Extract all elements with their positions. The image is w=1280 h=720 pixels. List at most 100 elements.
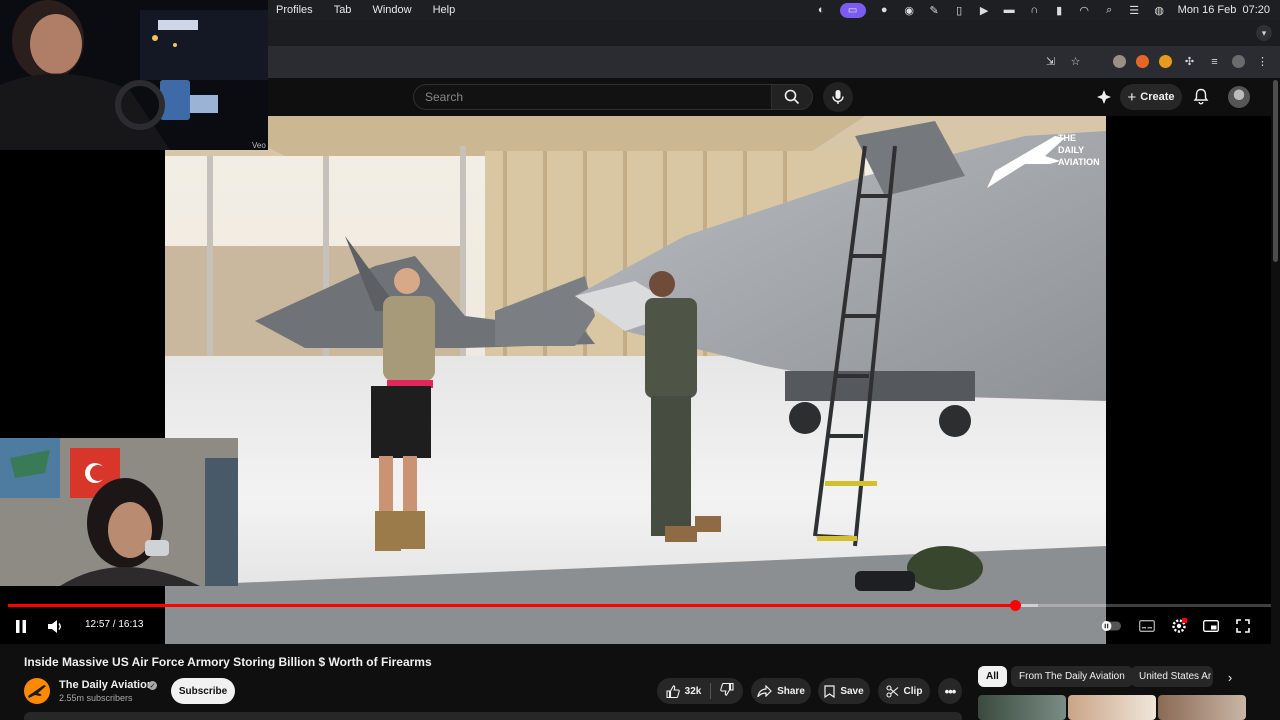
subscriber-count: 2.55m subscribers [59,693,133,703]
channel-avatar[interactable] [24,678,50,704]
siri-icon[interactable]: ◍ [1153,4,1166,17]
extension-honey-icon[interactable] [1159,55,1172,68]
car-icon[interactable]: ▬ [1003,4,1016,17]
notifications-button[interactable] [1193,88,1209,110]
spotlight-search-icon[interactable]: ⌕ [1103,4,1116,17]
progress-played [8,604,1015,607]
settings-button[interactable] [1169,616,1189,636]
pen-icon[interactable]: ✎ [928,4,941,17]
reading-list-icon[interactable]: ≡ [1207,54,1222,69]
search-button[interactable] [771,84,813,110]
more-horizontal-icon: ••• [944,683,957,699]
extension-raccoon-icon[interactable] [1113,55,1126,68]
menu-window[interactable]: Window [372,4,411,16]
subtitles-icon [1139,620,1155,632]
verified-badge-icon: ✓ [148,681,157,690]
chip-from-channel[interactable]: From The Daily Aviation [1011,666,1133,687]
description-box[interactable] [24,712,962,720]
subscribe-button[interactable]: Subscribe [171,678,235,704]
search-box [413,84,771,110]
autoplay-toggle[interactable] [1101,616,1121,636]
plus-icon: + [1127,88,1137,106]
watermark-line-2: DAILY [1058,145,1084,155]
chip-united-states-air-force[interactable]: United States Ar [1131,666,1213,687]
profile-avatar-icon[interactable] [1232,55,1245,68]
cam-label: Veo [252,141,266,150]
video-scene: THE DAILY AVIATION [165,116,1106,644]
share-label: Share [777,685,805,697]
watermark-line-1: THE [1058,133,1076,143]
extension-brave-icon[interactable] [1136,55,1149,68]
menu-tab[interactable]: Tab [334,4,352,16]
miniplayer-button[interactable] [1201,616,1221,636]
thumbs-down-icon [720,682,734,696]
user-avatar[interactable] [1228,86,1250,108]
pause-icon [16,619,26,633]
more-actions-button[interactable]: ••• [938,678,962,704]
time-display: 12:57 / 16:13 [85,619,144,630]
like-button[interactable]: 32k [666,684,702,698]
browser-menu-icon[interactable]: ⋮ [1255,54,1270,69]
progress-scrubber-handle[interactable] [1010,600,1021,611]
streamer-camera-feed [0,438,238,586]
related-video-thumbnail[interactable] [1068,695,1156,720]
menubar-clock[interactable]: Mon 16 Feb 07:20 [1178,4,1270,16]
save-label: Save [840,685,864,697]
headphones-icon[interactable]: ∩ [1028,4,1041,17]
webcam-overlay-streamer [0,438,238,586]
clip-button[interactable]: Clip [878,678,930,704]
chips-next-chevron-icon[interactable]: › [1220,667,1240,687]
like-dislike-group: 32k [657,678,743,704]
clip-label: Clip [903,685,923,697]
gear-icon [1172,618,1187,633]
like-count: 32k [684,685,702,697]
search-input[interactable] [414,85,771,109]
screen-record-icon[interactable]: ▭ [839,2,866,18]
battery-icon[interactable]: ▮ [1053,4,1066,17]
install-app-icon[interactable]: ⇲ [1043,54,1058,69]
driver-camera-feed: Veo [0,0,268,150]
search-icon [784,89,800,105]
extensions-puzzle-icon[interactable]: ✣ [1182,54,1197,69]
status-dot-icon[interactable]: ● [878,4,891,17]
create-button[interactable]: + Create [1120,84,1182,110]
chip-all[interactable]: All [978,666,1007,687]
related-video-thumbnail[interactable] [1158,695,1246,720]
miniplayer-icon [1203,620,1219,632]
watermark-line-3: AVIATION [1058,157,1100,167]
page-scrollbar-thumb[interactable] [1273,80,1278,262]
autoplay-toggle-icon [1101,621,1121,631]
wifi-icon[interactable]: ◠ [1078,4,1091,17]
lock-icon[interactable]: ▯ [953,4,966,17]
extensions-area: ⇲ ☆ ✣ ≡ ⋮ [1043,54,1270,69]
channel-name[interactable]: The Daily Aviation [59,679,154,691]
webcam-overlay-driver: Veo [0,0,268,150]
control-center-icon[interactable]: ☰ [1128,4,1141,17]
youtube-premium-icon[interactable] [1096,89,1112,110]
menu-profiles[interactable]: Profiles [276,4,313,16]
save-button[interactable]: Save [818,678,870,704]
spotify-icon[interactable]: ◉ [903,4,916,17]
subtitles-button[interactable] [1137,616,1157,636]
scissors-icon [885,684,898,698]
bookmark-icon [824,684,835,698]
play-circle-icon[interactable]: ▶ [978,4,991,17]
menu-help[interactable]: Help [433,4,456,16]
sync-icon[interactable]: ◐ [815,4,828,17]
dislike-button[interactable] [720,682,734,699]
like-divider [710,683,712,699]
video-title: Inside Massive US Air Force Armory Stori… [24,655,432,669]
status-tray: ◐ ▭ ● ◉ ✎ ▯ ▶ ▬ ∩ ▮ ◠ ⌕ ☰ ◍ Mon 16 Feb 0… [815,0,1270,20]
video-frame[interactable]: THE DAILY AVIATION [165,116,1106,644]
mute-button[interactable] [45,616,65,636]
fullscreen-icon [1236,619,1250,633]
pause-button[interactable] [11,616,31,636]
fullscreen-button[interactable] [1233,616,1253,636]
share-button[interactable]: Share [751,678,811,704]
bell-icon [1193,88,1209,105]
voice-search-button[interactable] [823,82,853,112]
tab-search-icon[interactable]: ▾ [1256,25,1272,41]
share-icon [757,685,772,697]
bookmark-star-icon[interactable]: ☆ [1068,54,1083,69]
related-video-thumbnail[interactable] [978,695,1066,720]
